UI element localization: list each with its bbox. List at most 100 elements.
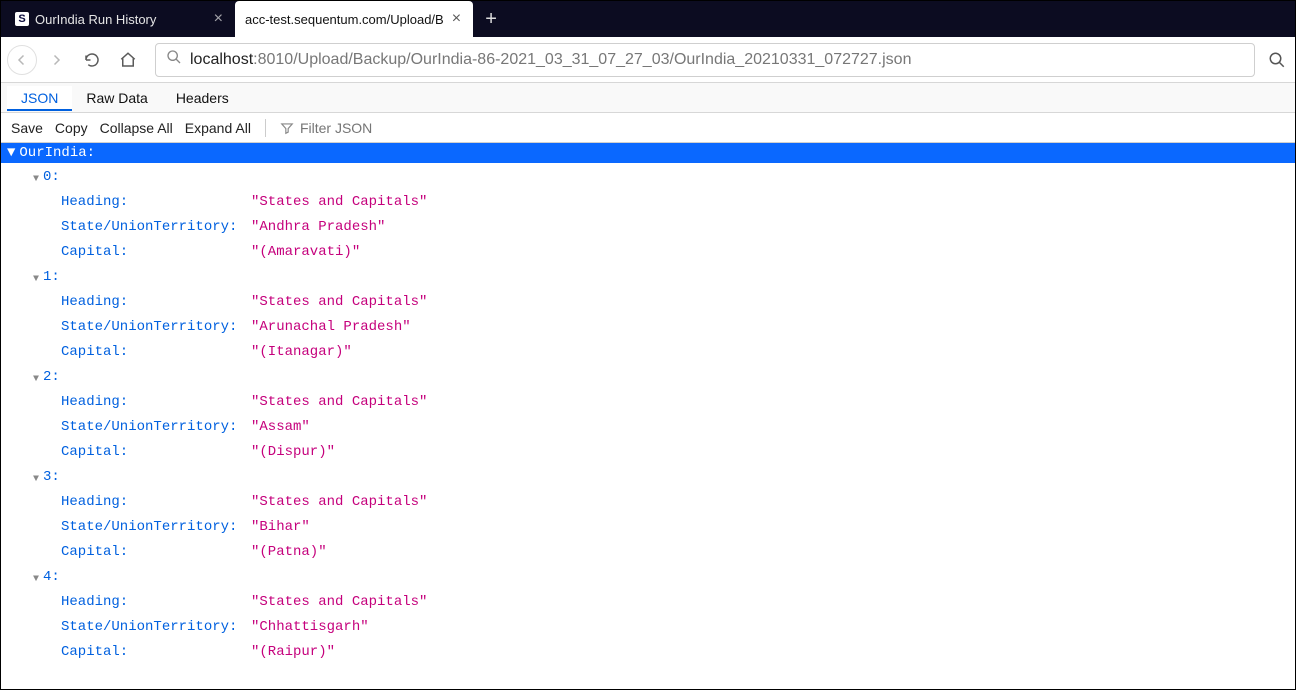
arrow-left-icon — [13, 51, 31, 69]
json-value: "Assam" — [251, 415, 310, 440]
viewer-tabs: JSON Raw Data Headers — [1, 83, 1295, 113]
json-key: State/UnionTerritory: — [61, 215, 251, 240]
arrow-right-icon — [47, 51, 65, 69]
json-key: Heading: — [61, 390, 251, 415]
tab-title: acc-test.sequentum.com/Upload/B — [245, 12, 444, 27]
json-value: "Arunachal Pradesh" — [251, 315, 411, 340]
nav-bar: localhost:8010/Upload/Backup/OurIndia-86… — [1, 37, 1295, 83]
json-kv-row[interactable]: Capital:"(Amaravati)" — [1, 240, 1295, 265]
tab-favicon-icon: S — [15, 12, 29, 26]
json-kv-row[interactable]: State/UnionTerritory:"Assam" — [1, 415, 1295, 440]
json-value: "States and Capitals" — [251, 290, 427, 315]
url-bar[interactable]: localhost:8010/Upload/Backup/OurIndia-86… — [155, 43, 1255, 77]
json-key: State/UnionTerritory: — [61, 515, 251, 540]
json-kv-row[interactable]: Capital:"(Dispur)" — [1, 440, 1295, 465]
json-value: "(Dispur)" — [251, 440, 335, 465]
collapse-all-button[interactable]: Collapse All — [100, 120, 173, 136]
json-array-index-row[interactable]: ▼0: — [1, 165, 1295, 190]
json-root-key: OurIndia: — [19, 145, 95, 161]
json-index-key: 1: — [43, 265, 60, 290]
viewer-tab-raw[interactable]: Raw Data — [72, 86, 161, 109]
tab-strip: S OurIndia Run History × acc-test.sequen… — [1, 1, 1295, 37]
separator — [265, 119, 266, 137]
close-icon[interactable]: × — [450, 11, 463, 27]
json-kv-row[interactable]: Heading:"States and Capitals" — [1, 190, 1295, 215]
home-icon — [119, 51, 137, 69]
json-index-key: 3: — [43, 465, 60, 490]
json-value: "(Amaravati)" — [251, 240, 360, 265]
chevron-down-icon: ▼ — [29, 167, 43, 192]
json-kv-row[interactable]: State/UnionTerritory:"Andhra Pradesh" — [1, 215, 1295, 240]
json-key: Capital: — [61, 640, 251, 665]
json-value: "(Patna)" — [251, 540, 327, 565]
json-index-key: 0: — [43, 165, 60, 190]
json-key: Capital: — [61, 540, 251, 565]
search-icon — [166, 49, 182, 70]
json-kv-row[interactable]: Capital:"(Patna)" — [1, 540, 1295, 565]
json-kv-row[interactable]: Heading:"States and Capitals" — [1, 490, 1295, 515]
json-key: Heading: — [61, 190, 251, 215]
forward-button[interactable] — [39, 43, 73, 77]
url-text: localhost:8010/Upload/Backup/OurIndia-86… — [190, 51, 911, 69]
json-value: "States and Capitals" — [251, 490, 427, 515]
chevron-down-icon: ▼ — [7, 145, 15, 161]
tab-ourindia-history[interactable]: S OurIndia Run History × — [5, 1, 235, 37]
json-array-index-row[interactable]: ▼1: — [1, 265, 1295, 290]
search-button[interactable] — [1265, 43, 1289, 77]
json-key: Capital: — [61, 440, 251, 465]
json-key: State/UnionTerritory: — [61, 315, 251, 340]
json-key: State/UnionTerritory: — [61, 615, 251, 640]
json-array-index-row[interactable]: ▼3: — [1, 465, 1295, 490]
url-path: :8010/Upload/Backup/OurIndia-86-2021_03_… — [253, 51, 911, 68]
json-root-row[interactable]: ▼ OurIndia: — [1, 143, 1295, 163]
json-value: "Bihar" — [251, 515, 310, 540]
search-icon — [1268, 51, 1286, 69]
json-value: "(Itanagar)" — [251, 340, 352, 365]
filter-wrap — [280, 120, 420, 136]
home-button[interactable] — [111, 43, 145, 77]
chevron-down-icon: ▼ — [29, 267, 43, 292]
json-array-index-row[interactable]: ▼2: — [1, 365, 1295, 390]
json-kv-row[interactable]: Heading:"States and Capitals" — [1, 590, 1295, 615]
json-kv-row[interactable]: Capital:"(Raipur)" — [1, 640, 1295, 665]
expand-all-button[interactable]: Expand All — [185, 120, 251, 136]
json-index-key: 2: — [43, 365, 60, 390]
json-value: "(Raipur)" — [251, 640, 335, 665]
json-kv-row[interactable]: State/UnionTerritory:"Arunachal Pradesh" — [1, 315, 1295, 340]
json-value: "States and Capitals" — [251, 390, 427, 415]
chevron-down-icon: ▼ — [29, 567, 43, 592]
json-kv-row[interactable]: Capital:"(Itanagar)" — [1, 340, 1295, 365]
close-icon[interactable]: × — [212, 11, 225, 27]
tab-upload-json[interactable]: acc-test.sequentum.com/Upload/B × — [235, 1, 473, 37]
filter-input[interactable] — [300, 120, 420, 136]
json-index-key: 4: — [43, 565, 60, 590]
json-kv-row[interactable]: State/UnionTerritory:"Chhattisgarh" — [1, 615, 1295, 640]
json-key: Heading: — [61, 490, 251, 515]
new-tab-button[interactable]: + — [473, 1, 509, 37]
json-value: "States and Capitals" — [251, 590, 427, 615]
save-button[interactable]: Save — [11, 120, 43, 136]
json-key: Capital: — [61, 340, 251, 365]
chevron-down-icon: ▼ — [29, 467, 43, 492]
viewer-tab-json[interactable]: JSON — [7, 86, 72, 111]
reload-button[interactable] — [75, 43, 109, 77]
copy-button[interactable]: Copy — [55, 120, 88, 136]
json-tree: ▼0:Heading:"States and Capitals"State/Un… — [1, 163, 1295, 675]
json-kv-row[interactable]: Heading:"States and Capitals" — [1, 390, 1295, 415]
json-key: Capital: — [61, 240, 251, 265]
json-kv-row[interactable]: State/UnionTerritory:"Bihar" — [1, 515, 1295, 540]
json-value: "Chhattisgarh" — [251, 615, 369, 640]
json-value: "Andhra Pradesh" — [251, 215, 385, 240]
json-kv-row[interactable]: Heading:"States and Capitals" — [1, 290, 1295, 315]
funnel-icon — [280, 121, 294, 135]
reload-icon — [83, 51, 101, 69]
url-host: localhost — [190, 51, 253, 68]
json-key: State/UnionTerritory: — [61, 415, 251, 440]
json-key: Heading: — [61, 590, 251, 615]
viewer-tab-headers[interactable]: Headers — [162, 86, 243, 109]
json-key: Heading: — [61, 290, 251, 315]
chevron-down-icon: ▼ — [29, 367, 43, 392]
json-array-index-row[interactable]: ▼4: — [1, 565, 1295, 590]
json-value: "States and Capitals" — [251, 190, 427, 215]
back-button[interactable] — [7, 45, 37, 75]
